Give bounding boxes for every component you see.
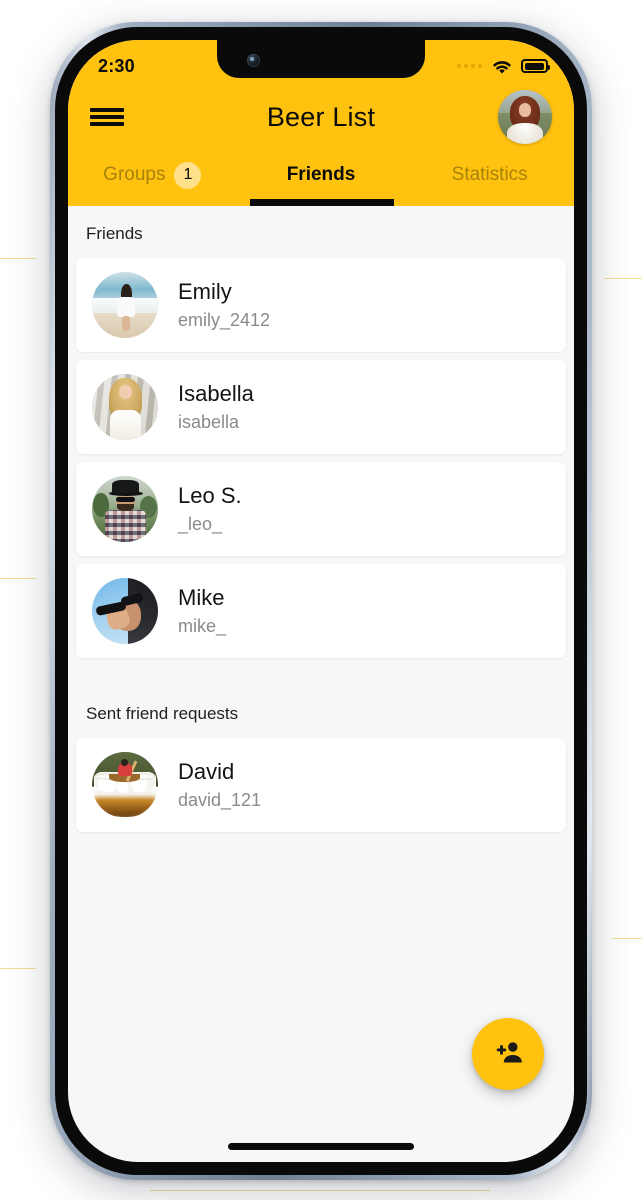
avatar[interactable] <box>498 90 552 144</box>
alignment-guide <box>150 1190 490 1191</box>
list-item-text: Isabella isabella <box>178 381 254 433</box>
tab-bar: Groups 1 Friends Statistics <box>68 150 574 206</box>
friend-name: Emily <box>178 279 232 305</box>
signal-dots-icon <box>457 64 482 68</box>
list-item-text: Emily emily_2412 <box>178 279 270 331</box>
friend-username: mike_ <box>178 615 227 636</box>
friend-name: Isabella <box>178 381 254 407</box>
alignment-guide <box>0 578 36 579</box>
front-camera-icon <box>247 54 260 67</box>
tab-groups[interactable]: Groups 1 <box>68 150 237 206</box>
list-item[interactable]: Emily emily_2412 <box>76 258 566 352</box>
tab-groups-label: Groups <box>103 164 166 185</box>
tab-friends-label: Friends <box>286 164 356 185</box>
list-item-text: Mike mike_ <box>178 585 226 637</box>
avatar <box>92 752 158 818</box>
alignment-guide <box>604 278 642 279</box>
screenshot-stage: 2:30 Beer List Groups 1 Friends Statisti… <box>0 0 642 1200</box>
avatar <box>92 272 158 338</box>
hamburger-menu-icon[interactable] <box>90 104 124 130</box>
status-badge: 1 <box>174 161 202 189</box>
section-header-sent-requests: Sent friend requests <box>86 704 239 723</box>
avatar <box>92 578 158 644</box>
active-tab-indicator <box>250 199 395 206</box>
alignment-guide <box>0 258 36 259</box>
wifi-icon <box>491 59 512 74</box>
alignment-guide <box>612 938 642 939</box>
status-bar-indicators <box>457 59 550 74</box>
list-item[interactable]: Mike mike_ <box>76 564 566 658</box>
friend-username: isabella <box>178 411 240 432</box>
phone-bezel: 2:30 Beer List Groups 1 Friends Statisti… <box>55 27 587 1175</box>
section-header-friends: Friends <box>86 224 143 243</box>
tab-indicator-track <box>68 199 574 206</box>
tab-statistics-label: Statistics <box>451 164 528 185</box>
nav-bar: Beer List <box>68 84 574 150</box>
status-bar-clock: 2:30 <box>98 55 135 76</box>
avatar <box>92 476 158 542</box>
list-item-text: Leo S. _leo_ <box>178 483 242 535</box>
notch <box>217 40 425 78</box>
friend-username: _leo_ <box>178 513 223 534</box>
friends-list: Friends Emily emily_2412 Isabella isabel… <box>68 206 574 832</box>
home-indicator-bar[interactable] <box>228 1143 414 1150</box>
friend-username: emily_2412 <box>178 309 271 330</box>
tab-friends[interactable]: Friends <box>237 150 406 206</box>
friend-name: David <box>178 759 235 785</box>
avatar <box>92 374 158 440</box>
friend-name: Mike <box>178 585 225 611</box>
friend-username: david_121 <box>178 789 262 810</box>
list-item[interactable]: Isabella isabella <box>76 360 566 454</box>
alignment-guide <box>0 968 36 969</box>
list-item-text: David david_121 <box>178 759 261 811</box>
tab-statistics[interactable]: Statistics <box>405 150 574 206</box>
list-item[interactable]: Leo S. _leo_ <box>76 462 566 556</box>
battery-full-icon <box>521 59 550 73</box>
friend-name: Leo S. <box>178 483 242 509</box>
phone-frame: 2:30 Beer List Groups 1 Friends Statisti… <box>50 22 592 1180</box>
phone-screen: 2:30 Beer List Groups 1 Friends Statisti… <box>68 40 574 1162</box>
list-item[interactable]: David david_121 <box>76 738 566 832</box>
person-add-icon <box>493 1040 523 1068</box>
add-friend-button[interactable] <box>472 1018 544 1090</box>
